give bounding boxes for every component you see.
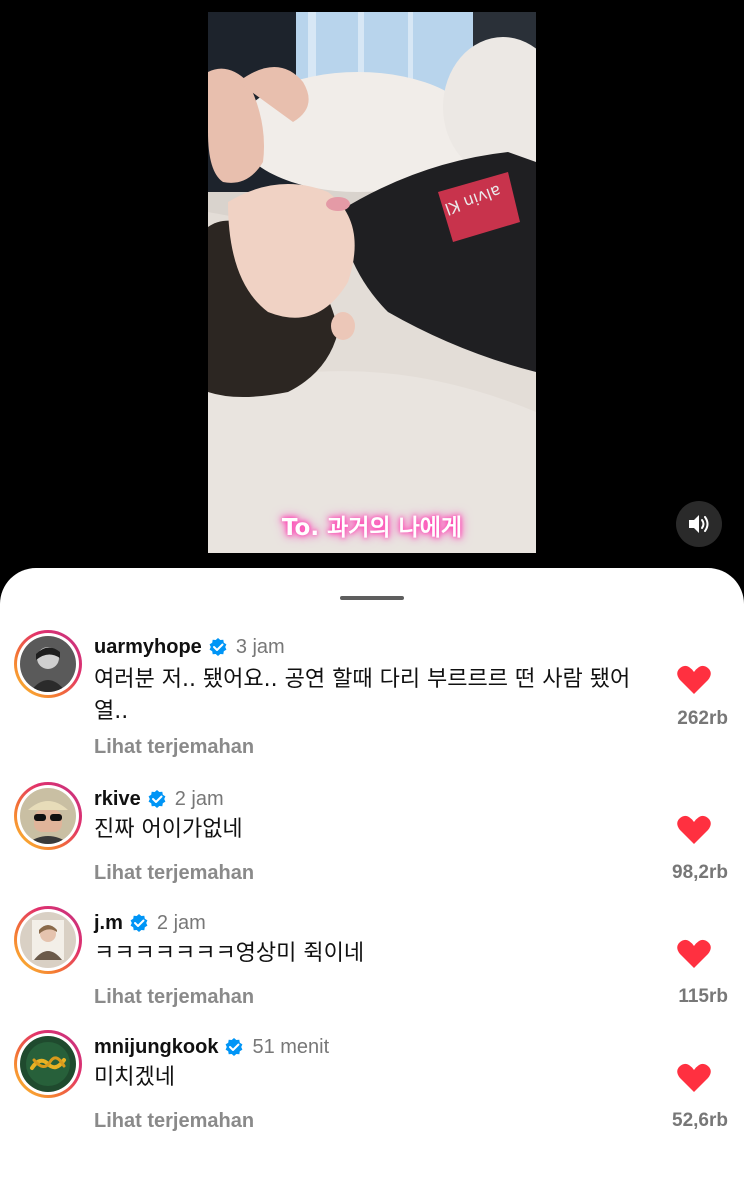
video-frame[interactable]: alvin Kl To. 과거의 나에게	[208, 12, 536, 553]
avatar[interactable]	[14, 906, 82, 974]
comment-time: 3 jam	[235, 635, 285, 658]
comment-text: 진짜 어이가없네	[94, 817, 243, 842]
comment-time: 2 jam	[156, 911, 206, 934]
heart-filled-icon[interactable]	[676, 664, 712, 696]
comment-text: 미치겠네	[94, 1065, 175, 1090]
comment-username[interactable]: j.m	[94, 912, 123, 935]
speaker-on-icon	[689, 515, 709, 533]
comment-username[interactable]: mnijungkook	[94, 1036, 218, 1059]
video-viewer: alvin Kl To. 과거의 나에게	[0, 0, 744, 600]
avatar[interactable]	[14, 782, 82, 850]
like-count: 262rb	[677, 708, 728, 729]
comment-time: 2 jam	[174, 787, 224, 810]
heart-filled-icon[interactable]	[676, 1062, 712, 1094]
comment-username[interactable]: uarmyhope	[94, 636, 202, 659]
see-translation-link[interactable]: Lihat terjemahan	[94, 986, 254, 1009]
comment-username[interactable]: rkive	[94, 788, 141, 811]
video-caption: To. 과거의 나에게	[281, 515, 463, 541]
sound-toggle-button[interactable]	[676, 501, 722, 547]
sheet-drag-handle[interactable]	[340, 596, 404, 600]
see-translation-link[interactable]: Lihat terjemahan	[94, 736, 254, 759]
comment-time: 51 menit	[252, 1035, 330, 1058]
verified-badge-icon	[224, 1037, 244, 1057]
comment-text: 여러분 저.. 됐어요.. 공연 할때 다리 부르르르 떤 사람 됐어열..	[94, 667, 631, 724]
see-translation-link[interactable]: Lihat terjemahan	[94, 1110, 254, 1133]
avatar[interactable]	[14, 630, 82, 698]
verified-badge-icon	[208, 637, 228, 657]
comment-text: ㅋㅋㅋㅋㅋㅋㅋ영상미 쥑이네	[94, 941, 365, 966]
like-count: 52,6rb	[672, 1110, 728, 1131]
see-translation-link[interactable]: Lihat terjemahan	[94, 862, 254, 885]
comments-sheet: uarmyhope 3 jam 여러분 저.. 됐어요.. 공연 할때 다리 부…	[0, 568, 744, 1200]
avatar[interactable]	[14, 1030, 82, 1098]
like-count: 115rb	[678, 986, 728, 1007]
video-scene: alvin Kl	[208, 12, 536, 553]
heart-filled-icon[interactable]	[676, 814, 712, 846]
verified-badge-icon	[147, 789, 167, 809]
like-count: 98,2rb	[672, 862, 728, 883]
heart-filled-icon[interactable]	[676, 938, 712, 970]
verified-badge-icon	[129, 913, 149, 933]
